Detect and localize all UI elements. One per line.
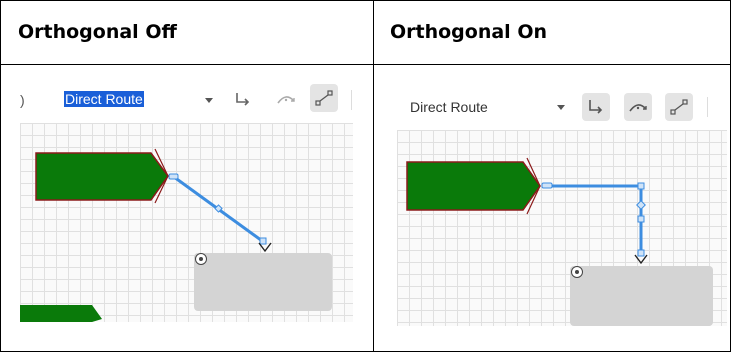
toolbar-separator xyxy=(707,97,708,117)
connector-handle-segment xyxy=(637,215,645,223)
screenshot-orthogonal-on: Direct Route xyxy=(397,82,727,326)
table-border-left xyxy=(0,0,1,352)
table-border-middle xyxy=(0,64,731,65)
routing-dropdown-value[interactable]: Direct Route xyxy=(410,99,488,115)
diagram-canvas[interactable] xyxy=(20,123,353,322)
connector-handle-end xyxy=(637,249,645,257)
diagram-drawing xyxy=(20,148,332,322)
table-border-divider xyxy=(373,0,374,352)
straight-connector-icon[interactable] xyxy=(310,84,338,112)
comparison-table: Orthogonal Off Orthogonal On ) Direct Ro… xyxy=(0,0,731,352)
diagram-drawing xyxy=(406,157,713,326)
target-box xyxy=(194,253,332,311)
arrow-shape-source xyxy=(35,152,169,201)
toolbar: ) Direct Route xyxy=(20,78,353,123)
connector-handle-start xyxy=(168,173,179,180)
connector-handle-corner xyxy=(637,182,645,190)
curved-route-icon[interactable] xyxy=(273,86,299,112)
table-border-top xyxy=(0,0,731,1)
toolbar: Direct Route xyxy=(397,82,727,130)
arrow-shape-partial xyxy=(20,305,102,322)
straight-connector-icon[interactable] xyxy=(665,93,693,121)
header-orthogonal-off: Orthogonal Off xyxy=(18,21,177,43)
toolbar-separator xyxy=(351,90,352,110)
elbow-route-icon[interactable] xyxy=(582,93,610,121)
connector-handle-mid xyxy=(636,200,646,210)
chevron-down-icon[interactable] xyxy=(557,105,565,110)
routing-dropdown-value[interactable]: Direct Route xyxy=(64,91,144,107)
diagram-canvas[interactable] xyxy=(397,130,727,326)
connector-handle-end xyxy=(259,237,267,245)
elbow-route-icon[interactable] xyxy=(230,86,256,112)
connector-handle-start xyxy=(541,182,553,189)
arrow-shape-source xyxy=(406,161,541,211)
target-box xyxy=(570,266,713,326)
screenshot-orthogonal-off: ) Direct Route xyxy=(20,78,353,322)
chevron-down-icon[interactable] xyxy=(205,98,213,103)
header-orthogonal-on: Orthogonal On xyxy=(390,21,547,43)
truncated-toolbar-item: ) xyxy=(20,92,25,108)
curved-route-icon[interactable] xyxy=(624,93,652,121)
connector-orthogonal xyxy=(547,184,643,256)
